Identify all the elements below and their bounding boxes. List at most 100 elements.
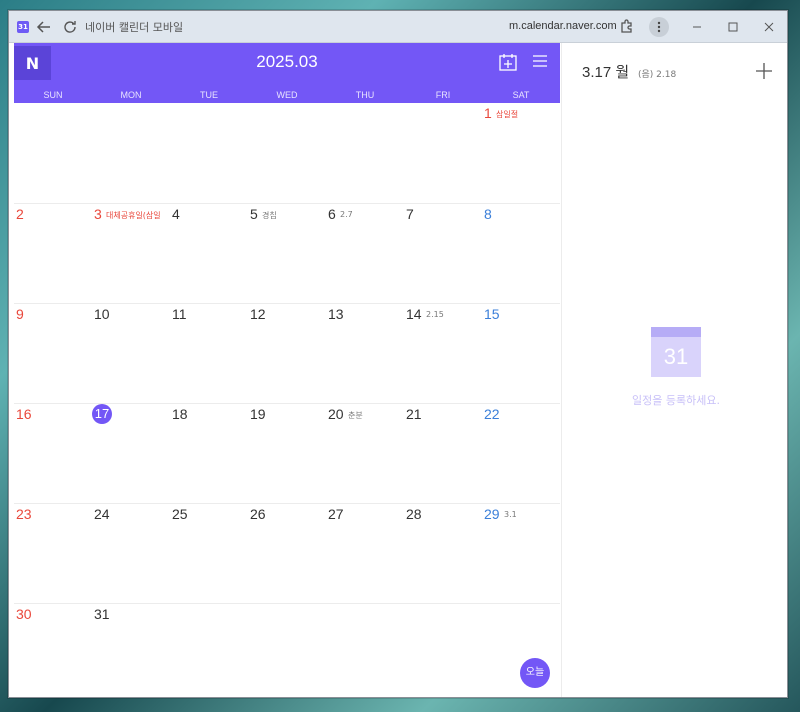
day-cell <box>404 604 482 697</box>
day-cell[interactable]: 3 대체공휴일(삼일 <box>92 204 170 304</box>
today-button[interactable]: 오늘 <box>520 658 550 688</box>
day-cell[interactable]: 24 <box>92 504 170 604</box>
day-cell[interactable]: 21 <box>404 404 482 504</box>
day-number: 6 <box>328 206 336 222</box>
calendar-grid: 1 삼일절 2 3 대체공휴일(삼일 4 5 경칩 6 2.7 7 8 9 10 11 12 13 14 2.15 1… <box>14 103 560 697</box>
day-cell <box>170 103 248 203</box>
day-number: 31 <box>94 606 110 622</box>
minimize-button[interactable] <box>689 19 705 35</box>
url-text[interactable]: m.calendar.naver.com <box>509 20 617 32</box>
day-number: 25 <box>172 506 188 522</box>
day-number: 13 <box>328 306 344 322</box>
day-cell[interactable]: 18 <box>170 404 248 504</box>
day-cell[interactable]: 26 <box>248 504 326 604</box>
reload-button[interactable] <box>59 16 81 38</box>
maximize-icon <box>728 22 738 32</box>
day-number: 24 <box>94 506 110 522</box>
day-number: 19 <box>250 406 266 422</box>
day-cell <box>248 604 326 697</box>
day-cell[interactable]: 14 2.15 <box>404 304 482 404</box>
day-number: 10 <box>94 306 110 322</box>
day-number: 30 <box>16 606 32 622</box>
add-event-button[interactable] <box>754 61 774 81</box>
day-number: 5 <box>250 206 258 222</box>
day-annotation: 2.7 <box>340 210 353 219</box>
day-number: 16 <box>16 406 32 422</box>
day-cell <box>14 103 92 203</box>
day-cell[interactable]: 20 춘분 <box>326 404 404 504</box>
add-schedule-button[interactable] <box>498 52 518 72</box>
selected-date: 3.17 월 <box>582 64 630 81</box>
day-number: 27 <box>328 506 344 522</box>
puzzle-icon <box>621 19 632 33</box>
day-number: 29 <box>484 506 500 522</box>
back-button[interactable] <box>33 16 55 38</box>
week-row: 23 24 25 26 27 28 29 3.1 <box>14 503 560 603</box>
app-icon: 31 <box>17 20 29 33</box>
day-cell[interactable]: 5 경칩 <box>248 204 326 304</box>
day-number: 11 <box>172 306 187 322</box>
empty-message: 일정을 등록하세요. <box>632 394 720 407</box>
menu-button[interactable] <box>532 53 548 69</box>
month-title[interactable]: 2025.03 <box>14 52 560 72</box>
day-cell[interactable]: 1 삼일절 <box>482 103 560 203</box>
week-row: 16 17 18 19 20 춘분 21 22 <box>14 403 560 503</box>
day-annotation: 3.1 <box>504 510 517 519</box>
day-cell[interactable]: 11 <box>170 304 248 404</box>
day-cell[interactable]: 16 <box>14 404 92 504</box>
day-cell[interactable]: 4 <box>170 204 248 304</box>
day-number: 2 <box>16 206 24 222</box>
weekday-label: WED <box>276 90 298 100</box>
day-cell[interactable]: 15 <box>482 304 560 404</box>
day-number: 28 <box>406 506 422 522</box>
day-cell[interactable]: 17 <box>92 404 170 504</box>
day-cell[interactable]: 28 <box>404 504 482 604</box>
day-number: 23 <box>16 506 32 522</box>
kebab-icon <box>657 21 661 33</box>
day-cell <box>92 103 170 203</box>
day-number: 21 <box>406 406 422 422</box>
close-icon <box>764 22 774 32</box>
calendar-empty-icon: 31 <box>651 327 701 377</box>
weekday-label: SAT <box>512 90 530 100</box>
today-marker: 17 <box>92 404 112 424</box>
day-cell[interactable]: 6 2.7 <box>326 204 404 304</box>
calendar-panel: N 2025.03 SUN MON TUE WED THU FRI SAT 1 삼일절 2 3 대체… <box>14 43 560 697</box>
day-cell[interactable]: 12 <box>248 304 326 404</box>
more-menu-button[interactable] <box>649 17 669 37</box>
day-number: 18 <box>172 406 188 422</box>
day-detail-panel: 3.17 월 (음) 2.18 31 일정을 등록하세요. <box>561 43 787 697</box>
day-number: 22 <box>484 406 500 422</box>
day-cell[interactable]: 25 <box>170 504 248 604</box>
day-cell[interactable]: 29 3.1 <box>482 504 560 604</box>
day-cell[interactable]: 31 <box>92 604 170 697</box>
day-cell[interactable]: 9 <box>14 304 92 404</box>
maximize-button[interactable] <box>725 19 741 35</box>
day-annotation: 경칩 <box>262 211 277 220</box>
calendar-header: N 2025.03 SUN MON TUE WED THU FRI SAT <box>14 43 560 103</box>
weekday-label: TUE <box>200 90 218 100</box>
weekday-row: SUN MON TUE WED THU FRI SAT <box>14 87 560 103</box>
day-cell[interactable]: 8 <box>482 204 560 304</box>
day-cell <box>326 103 404 203</box>
day-cell[interactable]: 13 <box>326 304 404 404</box>
day-cell[interactable]: 19 <box>248 404 326 504</box>
day-number: 1 <box>484 105 492 121</box>
day-number: 3 <box>94 206 102 222</box>
day-cell[interactable]: 30 <box>14 604 92 697</box>
day-cell[interactable]: 22 <box>482 404 560 504</box>
arrow-left-icon <box>36 20 50 33</box>
day-cell[interactable]: 2 <box>14 204 92 304</box>
close-button[interactable] <box>761 19 777 35</box>
hamburger-icon <box>533 55 547 67</box>
day-cell[interactable]: 27 <box>326 504 404 604</box>
day-cell[interactable]: 10 <box>92 304 170 404</box>
extension-button[interactable] <box>617 17 637 37</box>
window-title: 네이버 캘린더 모바일 <box>85 20 184 34</box>
day-cell[interactable]: 7 <box>404 204 482 304</box>
day-number: 4 <box>172 206 180 222</box>
day-number: 15 <box>484 306 500 322</box>
week-row: 30 31 <box>14 603 560 697</box>
day-number: 7 <box>406 206 414 222</box>
day-cell[interactable]: 23 <box>14 504 92 604</box>
